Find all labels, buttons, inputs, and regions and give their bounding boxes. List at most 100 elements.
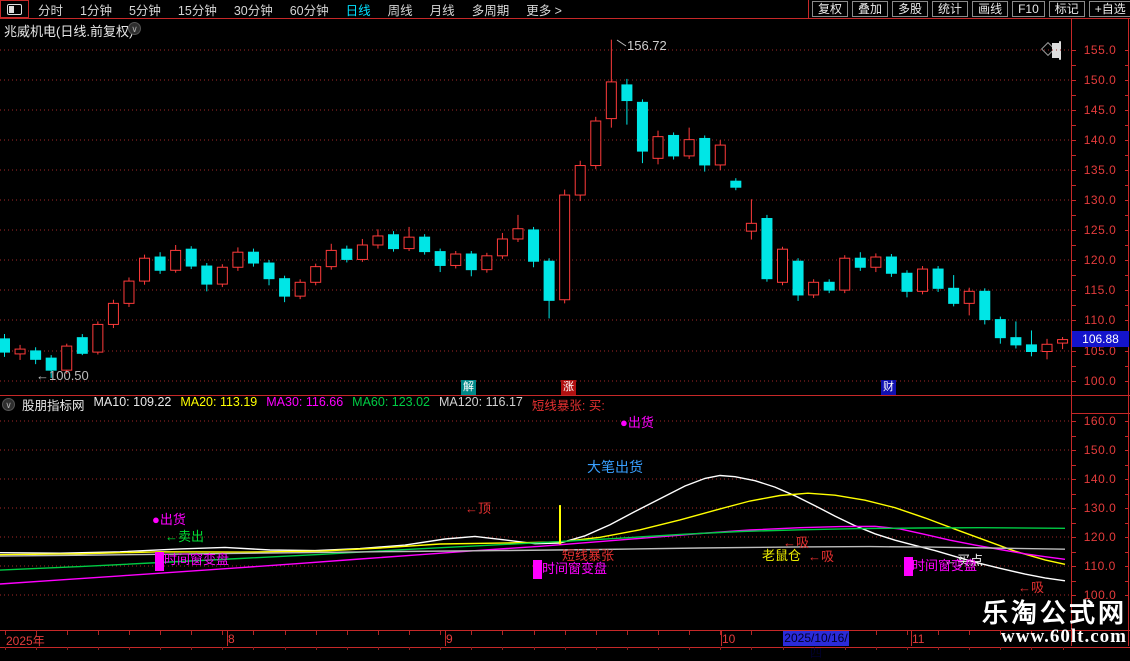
layout-toggle-button[interactable] <box>0 0 29 18</box>
minor-tick <box>285 631 286 635</box>
minor-tick <box>347 631 348 635</box>
signal-annotation: ←吸 <box>808 549 835 564</box>
cursor-date-tag: 2025/10/16/四 <box>783 631 849 660</box>
signal-annotation: ●出货 <box>152 512 186 527</box>
candle-body <box>201 265 213 285</box>
candle-body <box>419 236 431 253</box>
minor-tick <box>36 631 37 635</box>
axis-tick <box>1072 494 1076 495</box>
month-tick <box>227 631 228 646</box>
candle-body <box>388 234 399 250</box>
axis-tick <box>1072 65 1076 66</box>
axis-label: 155.0 <box>1083 43 1117 57</box>
minor-tick <box>160 631 161 635</box>
tool-button-画线[interactable]: 画线 <box>972 1 1009 17</box>
candle-body <box>92 323 104 353</box>
menu-item-5分钟[interactable]: 5分钟 <box>129 0 161 19</box>
title-chevron-down-icon[interactable]: ∨ <box>128 22 141 35</box>
candle-body <box>403 236 415 250</box>
menu-item-日线[interactable]: 日线 <box>346 0 371 19</box>
candle-body <box>543 260 555 301</box>
indicator-segment: MA10: 109.22 <box>93 395 172 409</box>
minor-tick <box>378 631 379 635</box>
axis-tick <box>1125 155 1129 156</box>
minor-tick <box>471 631 472 635</box>
axis-label: 120.0 <box>1083 530 1117 544</box>
minor-tick <box>222 631 223 635</box>
candle-body <box>652 136 664 159</box>
candle-body <box>792 260 804 296</box>
candle-body <box>808 281 820 296</box>
candle-body <box>1010 337 1022 346</box>
candle-body <box>979 290 991 321</box>
signal-annotation: 时间窗变盘 <box>164 552 230 567</box>
peak-pointer <box>616 39 627 47</box>
axis-label: 110.0 <box>1084 559 1116 573</box>
event-badge[interactable]: 财 <box>881 380 896 395</box>
axis-label: 160.0 <box>1083 414 1117 428</box>
axis-tick <box>1072 155 1076 156</box>
minor-tick <box>129 631 130 635</box>
candle-body <box>745 222 757 232</box>
event-badge[interactable]: 涨 <box>561 380 576 395</box>
candle-body <box>730 180 742 188</box>
tool-button-F10[interactable]: F10 <box>1012 1 1045 17</box>
tool-button-统计[interactable]: 统计 <box>932 1 969 17</box>
candle-body <box>963 290 975 304</box>
date-label: 10 <box>722 632 736 646</box>
candle-body <box>216 266 228 285</box>
minor-tick <box>689 631 690 635</box>
axis-tick <box>1125 552 1129 553</box>
candle-body <box>512 228 524 240</box>
axis-tick <box>1072 523 1076 524</box>
menu-item-周线[interactable]: 周线 <box>388 0 413 19</box>
axis-tick <box>1125 523 1129 524</box>
menu-item-30分钟[interactable]: 30分钟 <box>234 0 273 19</box>
axis-label: 140.0 <box>1083 472 1117 486</box>
menu-item-60分钟[interactable]: 60分钟 <box>290 0 329 19</box>
candle-body <box>839 257 851 291</box>
watermark-site-name: 乐淘公式网 <box>981 597 1127 628</box>
menu-item-15分钟[interactable]: 15分钟 <box>178 0 217 19</box>
candle-body <box>232 251 244 268</box>
signal-annotation: 时间窗变盘 <box>542 561 608 576</box>
candle-body <box>356 244 368 260</box>
axis-tick <box>1072 465 1076 466</box>
event-badge[interactable]: 解 <box>461 380 476 395</box>
tool-button-多股[interactable]: 多股 <box>892 1 929 17</box>
minor-tick <box>596 631 597 635</box>
axis-tick <box>1125 494 1129 495</box>
menu-item-月线[interactable]: 月线 <box>430 0 455 19</box>
minor-tick <box>876 631 877 635</box>
axis-tick <box>1125 185 1129 186</box>
menu-item-更多 >[interactable]: 更多 > <box>526 0 562 19</box>
axis-tick <box>1125 245 1129 246</box>
menu-item-1分钟[interactable]: 1分钟 <box>80 0 112 19</box>
candle-body <box>310 266 322 283</box>
menu-item-多周期[interactable]: 多周期 <box>472 0 510 19</box>
candle-body <box>341 248 353 260</box>
candle-body <box>761 218 773 280</box>
minor-tick <box>67 631 68 635</box>
candle-body <box>777 248 788 283</box>
month-tick <box>721 631 722 646</box>
candle-body <box>699 137 711 166</box>
indicator-segment: MA30: 116.66 <box>266 395 344 409</box>
minor-tick <box>751 631 752 635</box>
candle-body <box>450 253 462 266</box>
candle-body <box>559 194 571 301</box>
tool-button-标记[interactable]: 标记 <box>1048 1 1085 17</box>
indicator-chevron-down-icon[interactable]: ∨ <box>2 398 15 411</box>
minor-tick <box>502 631 503 635</box>
tool-button-+自选[interactable]: +自选 <box>1088 1 1130 17</box>
minor-tick <box>5 631 6 635</box>
main-candlestick-chart[interactable] <box>0 38 1071 395</box>
tool-button-复权[interactable]: 复权 <box>812 1 849 17</box>
menu-item-分时[interactable]: 分时 <box>38 0 63 19</box>
minor-tick <box>98 631 99 635</box>
tool-button-叠加[interactable]: 叠加 <box>852 1 889 17</box>
signal-annotation: ●出货 <box>620 415 654 430</box>
axis-tick <box>1125 275 1129 276</box>
date-label: 8 <box>228 632 235 646</box>
signal-block <box>155 552 164 571</box>
